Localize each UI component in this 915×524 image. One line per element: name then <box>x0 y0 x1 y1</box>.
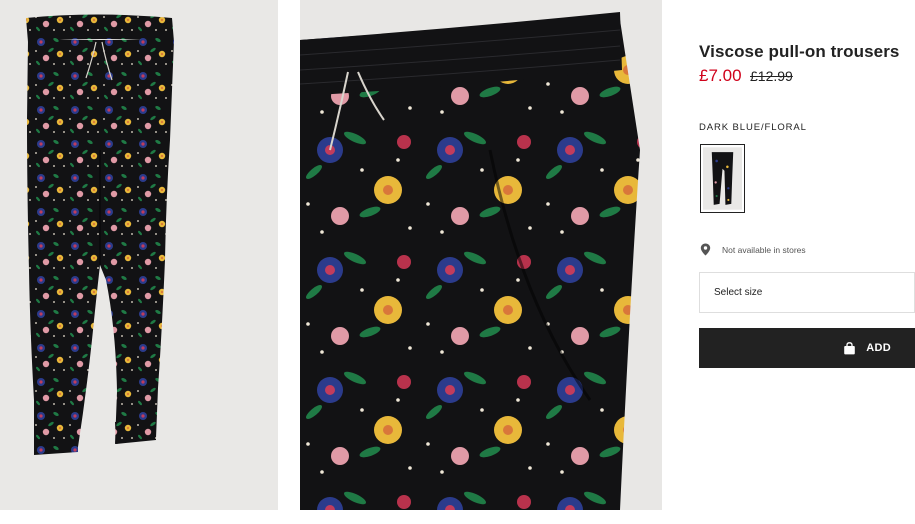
colour-name: DARK BLUE/FLORAL <box>699 122 807 133</box>
map-pin-icon <box>700 243 711 256</box>
availability-text: Not available in stores <box>722 244 806 255</box>
add-to-bag-button[interactable]: ADD <box>699 328 915 368</box>
size-select-label: Select size <box>714 287 763 298</box>
product-image-full[interactable] <box>0 0 278 510</box>
size-select[interactable]: Select size <box>699 272 915 313</box>
add-button-label: ADD <box>866 342 891 354</box>
original-price: £12.99 <box>750 68 793 84</box>
trousers-full-illustration <box>26 14 174 455</box>
trousers-detail-illustration <box>300 12 640 510</box>
product-title: Viscose pull-on trousers <box>699 42 900 61</box>
price-row: £7.00 £12.99 <box>699 66 793 86</box>
store-availability: Not available in stores <box>700 243 806 256</box>
swatch-trousers-thumbnail <box>703 147 742 210</box>
current-price: £7.00 <box>699 66 742 85</box>
colour-swatch-dark-blue-floral[interactable] <box>700 144 745 213</box>
shopping-bag-icon <box>843 341 856 355</box>
product-image-detail[interactable] <box>300 0 662 510</box>
